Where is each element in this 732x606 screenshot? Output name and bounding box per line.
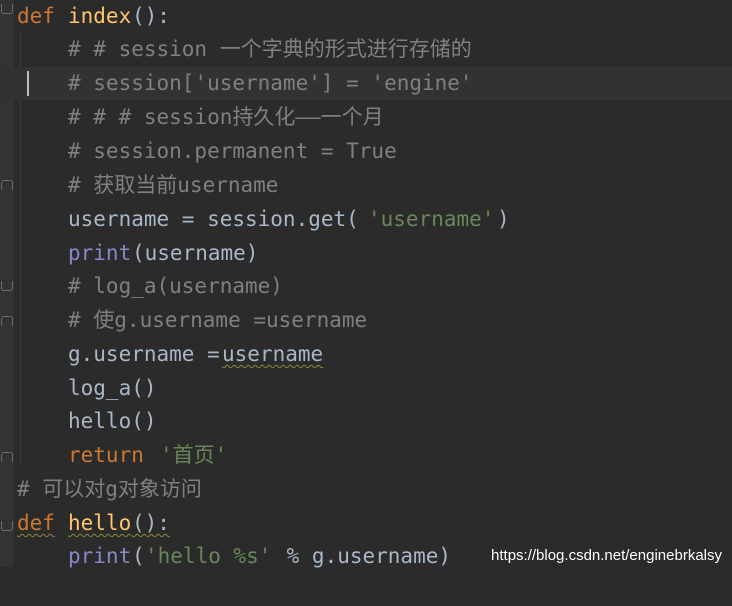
code-line[interactable]: def index (): [0,0,732,33]
keyword: return [68,443,144,467]
code-line[interactable]: # 使g.username =username [0,304,732,337]
code-token: g.username = [68,342,220,366]
string-literal: '首页' [160,443,228,467]
code-line[interactable]: # 获取当前username [0,169,732,202]
builtin: print [68,241,132,265]
code-line[interactable]: # # session 一个字典的形式进行存储的 [0,33,732,66]
text-caret [27,71,29,96]
code-line[interactable]: hello() [0,405,732,438]
keyword: def [17,511,55,535]
code-token: ) [497,207,510,231]
comment: # 可以对g对象访问 [17,477,202,501]
string-literal: 'hello %s' [145,544,272,568]
code-line[interactable]: # # # session持久化——一个月 [0,101,732,134]
function-name: index [68,4,132,28]
keyword: def [17,4,55,28]
comment: # # # session持久化——一个月 [68,105,384,129]
code-token: % g.username) [274,544,452,568]
code-line[interactable]: log_a() [0,372,732,405]
code-token: log_a() [68,376,157,400]
code-line-current[interactable]: # session['username'] = 'engine' [0,67,732,100]
comment: # 使g.username =username [68,308,368,332]
code-token: ( [132,544,145,568]
comment: # session.permanent = True [68,139,397,163]
comment: # session['username'] = 'engine' [68,71,473,95]
code-line[interactable]: return '首页' [0,439,732,472]
code-line[interactable]: g.username = username [0,338,732,371]
comment: # # session 一个字典的形式进行存储的 [68,37,472,61]
comment: # log_a(username) [68,274,283,298]
code-line[interactable]: # session.permanent = True [0,135,732,168]
code-token: (): [132,4,170,28]
code-line[interactable]: # log_a(username) [0,270,732,303]
code-token: hello() [68,409,157,433]
code-token: (username) [132,241,259,265]
code-line[interactable]: username = session.get( 'username') [0,203,732,236]
watermark-url: https://blog.csdn.net/enginebrkalsy [491,547,722,564]
code-token-warning: username [222,342,324,366]
code-line[interactable]: # 可以对g对象访问 [0,473,732,506]
code-token: username = session.get( [68,207,359,231]
comment: # 获取当前username [68,173,279,197]
function-name: hello [68,511,132,535]
string-literal: 'username' [368,207,495,231]
code-line[interactable]: def hello (): [0,507,732,540]
code-token: (): [132,511,170,535]
code-line[interactable]: print (username) [0,237,732,270]
builtin: print [68,544,132,568]
